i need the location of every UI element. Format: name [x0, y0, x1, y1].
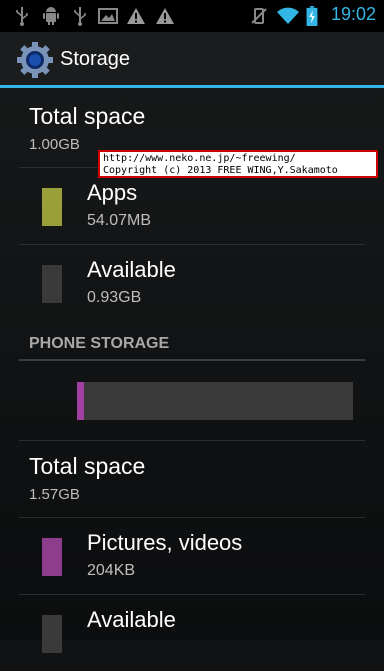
storage-item-apps[interactable]: Apps 54.07MB: [19, 168, 365, 244]
usb-icon: [16, 7, 28, 26]
copyright-watermark: http://www.neko.ne.jp/~freewing/ Copyrig…: [98, 150, 378, 178]
phone-storage-usage-bar: [77, 382, 353, 420]
watermark-url: http://www.neko.ne.jp/~freewing/: [103, 153, 296, 164]
warning-icon: [127, 8, 145, 24]
storage-item-size: 204KB: [87, 562, 136, 579]
storage-item-available[interactable]: Available: [19, 595, 365, 671]
battery-charging-icon: [306, 6, 318, 26]
internal-total-value: 1.00GB: [29, 136, 80, 153]
clock: 19:02: [330, 4, 376, 24]
section-header-phone-storage: PHONE STORAGE: [19, 329, 365, 361]
phone-total-label: Total space: [29, 453, 146, 479]
storage-item-available[interactable]: Available 0.93GB: [19, 245, 365, 321]
watermark-copyright: Copyright (c) 2013 FREE WING,Y.Sakamoto: [103, 165, 338, 176]
usb-icon: [74, 7, 86, 26]
storage-item-label: Apps: [87, 180, 138, 205]
divider: [19, 440, 365, 441]
wifi-icon: [277, 7, 299, 24]
available-color-swatch: [42, 615, 62, 653]
settings-gear-icon[interactable]: [16, 41, 54, 79]
phone-total-value: 1.57GB: [29, 486, 80, 503]
storage-item-size: 54.07MB: [87, 212, 152, 229]
image-icon: [98, 8, 118, 24]
status-bar: 19:02: [0, 0, 384, 32]
vibrate-icon: [251, 8, 267, 24]
usage-bar-fill: [77, 382, 84, 420]
apps-color-swatch: [42, 188, 62, 226]
storage-item-label: Pictures, videos: [87, 530, 243, 555]
pictures-color-swatch: [42, 538, 62, 576]
storage-item-label: Available: [87, 607, 176, 632]
storage-item-label: Available: [87, 257, 176, 282]
internal-total-label: Total space: [29, 103, 146, 129]
section-header-label: PHONE STORAGE: [29, 335, 170, 352]
storage-item-pictures-videos[interactable]: Pictures, videos 204KB: [19, 518, 365, 594]
android-debug-icon: [43, 7, 59, 25]
storage-item-size: 0.93GB: [87, 289, 142, 306]
warning-icon: [156, 8, 174, 24]
page-title: Storage: [60, 48, 131, 70]
action-bar: Storage: [0, 32, 384, 88]
available-color-swatch: [42, 265, 62, 303]
